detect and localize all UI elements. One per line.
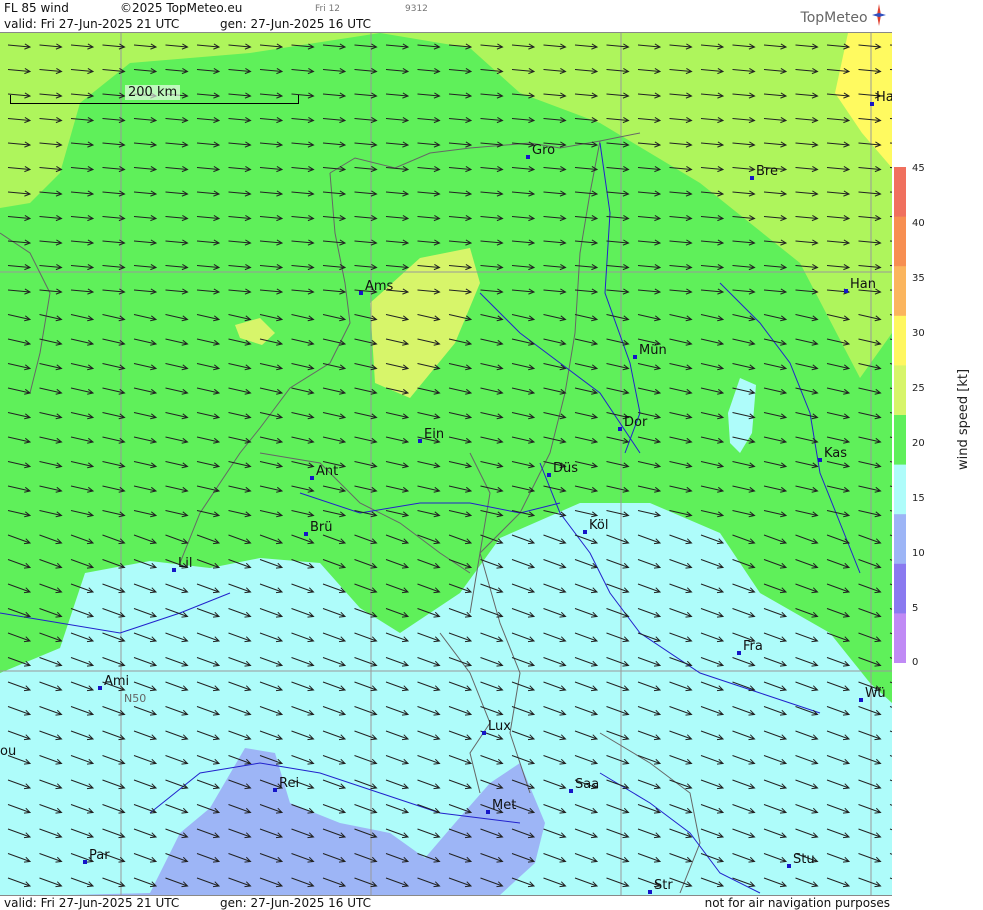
footer-valid-time: valid: Fri 27-Jun-2025 21 UTC: [4, 896, 180, 910]
legend-color-step: [894, 415, 906, 466]
city-bre[interactable]: Bre: [750, 164, 778, 180]
legend-tick-30: 30: [912, 328, 925, 339]
footer-bar: valid: Fri 27-Jun-2025 21 UTC gen: 27-Ju…: [0, 895, 892, 910]
city-dus[interactable]: Düs: [547, 461, 578, 477]
city-bru[interactable]: Brü: [304, 520, 333, 536]
topmeteo-logo[interactable]: TopMeteo: [801, 4, 886, 26]
legend-color-step: [894, 563, 906, 614]
city-ams[interactable]: Ams: [359, 279, 393, 295]
legend-tick-10: 10: [912, 548, 925, 559]
wind-map[interactable]: 200 km N50 Ha Gro Bre Ams Han Mün Dor Ei…: [0, 33, 892, 895]
city-gro[interactable]: Gro: [526, 143, 555, 159]
city-ein[interactable]: Ein: [418, 427, 444, 443]
legend-tick-35: 35: [912, 273, 925, 284]
city-ami[interactable]: Ami: [98, 674, 129, 690]
legend-color-step: [894, 464, 906, 515]
legend-color-step: [894, 266, 906, 317]
compass-icon: [872, 4, 886, 26]
legend-colorbar: [894, 167, 906, 663]
small-label-b: 9312: [405, 4, 428, 14]
city-kas[interactable]: Kas: [818, 446, 847, 462]
latitude-label: N50: [124, 692, 147, 705]
city-lil[interactable]: Lil: [172, 556, 192, 572]
legend-color-step: [894, 216, 906, 267]
city-wu[interactable]: Wü: [859, 686, 886, 702]
city-saa[interactable]: Saa: [569, 777, 599, 793]
city-rei[interactable]: Rei: [273, 776, 299, 792]
footer-generated-time: gen: 27-Jun-2025 16 UTC: [220, 896, 372, 910]
city-lux[interactable]: Lux: [482, 719, 511, 735]
header-bar: FL 85 wind ©2025 TopMeteo.eu Fri 12 9312…: [0, 0, 892, 33]
legend-color-step: [894, 514, 906, 565]
copyright: ©2025 TopMeteo.eu: [120, 1, 243, 15]
legend-color-step: [894, 315, 906, 366]
city-ou[interactable]: ou: [0, 744, 16, 759]
city-han[interactable]: Han: [844, 277, 876, 293]
legend-color-step: [894, 167, 906, 218]
city-ant[interactable]: Ant: [310, 464, 338, 480]
valid-time: valid: Fri 27-Jun-2025 21 UTC: [4, 17, 180, 31]
legend-tick-15: 15: [912, 493, 925, 504]
city-kol[interactable]: Köl: [583, 518, 608, 534]
legend-color-step: [894, 365, 906, 416]
map-layer: [0, 33, 892, 895]
legend-tick-5: 5: [912, 603, 919, 614]
city-str[interactable]: Str: [648, 878, 673, 894]
legend-tick-0: 0: [912, 657, 919, 668]
product-title: FL 85 wind: [4, 1, 69, 15]
legend-tick-20: 20: [912, 438, 925, 449]
city-met[interactable]: Met: [486, 798, 516, 814]
city-par[interactable]: Par: [83, 848, 110, 864]
scale-label: 200 km: [125, 85, 181, 100]
city-fra[interactable]: Fra: [737, 639, 763, 655]
generated-time: gen: 27-Jun-2025 16 UTC: [220, 17, 372, 31]
small-label-a: Fri 12: [315, 4, 341, 14]
legend-title: wind speed [kt]: [956, 368, 971, 470]
city-stu[interactable]: Stu: [787, 852, 815, 868]
legend-tick-45: 45: [912, 163, 925, 174]
city-dor[interactable]: Dor: [618, 415, 647, 431]
legend-tick-40: 40: [912, 218, 925, 229]
city-ha[interactable]: Ha: [870, 90, 892, 106]
legend-tick-25: 25: [912, 383, 925, 394]
city-mun[interactable]: Mün: [633, 343, 667, 359]
logo-text: TopMeteo: [800, 10, 868, 26]
legend-color-step: [894, 613, 906, 663]
disclaimer: not for air navigation purposes: [704, 896, 890, 910]
